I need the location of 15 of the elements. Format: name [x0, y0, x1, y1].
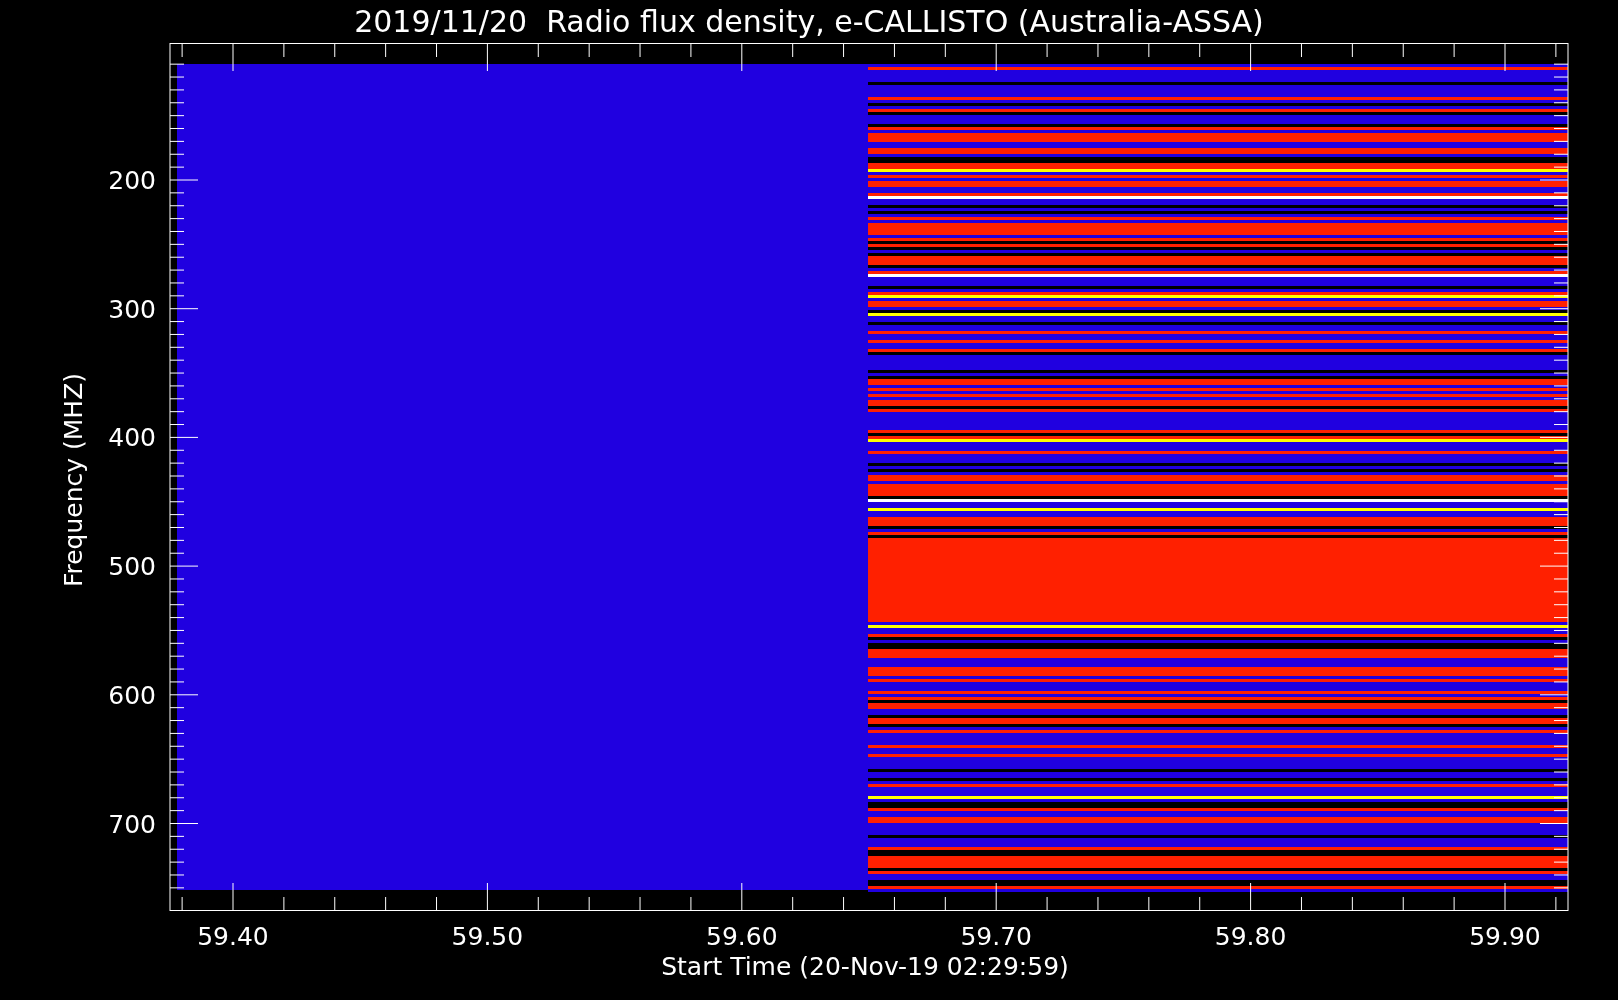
axis-tick-label: 59.40	[197, 922, 269, 951]
chart-title: 2019/11/20 Radio flux density, e-CALLISTO (Australia-ASSA)	[354, 6, 1264, 37]
axis-tick-label: 700	[108, 809, 156, 839]
axis-tick-label: 600	[108, 680, 156, 710]
axis-tick-label: 59.80	[1214, 922, 1287, 951]
axis-tick-label: 300	[108, 294, 156, 324]
axis-tick-label: 400	[108, 423, 156, 453]
y-axis-label: Frequency (MHZ)	[59, 372, 88, 588]
x-axis-label: Start Time (20-Nov-19 02:29:59)	[661, 952, 1069, 981]
axis-tick-label: 59.50	[451, 922, 524, 951]
axis-tick-label: 200	[108, 166, 156, 195]
axis-tick-label: 59.70	[960, 922, 1032, 951]
axis-tick-label: 59.60	[706, 922, 778, 951]
axis-tick-label: 59.90	[1469, 922, 1541, 951]
axis-tick-label: 500	[108, 552, 156, 582]
